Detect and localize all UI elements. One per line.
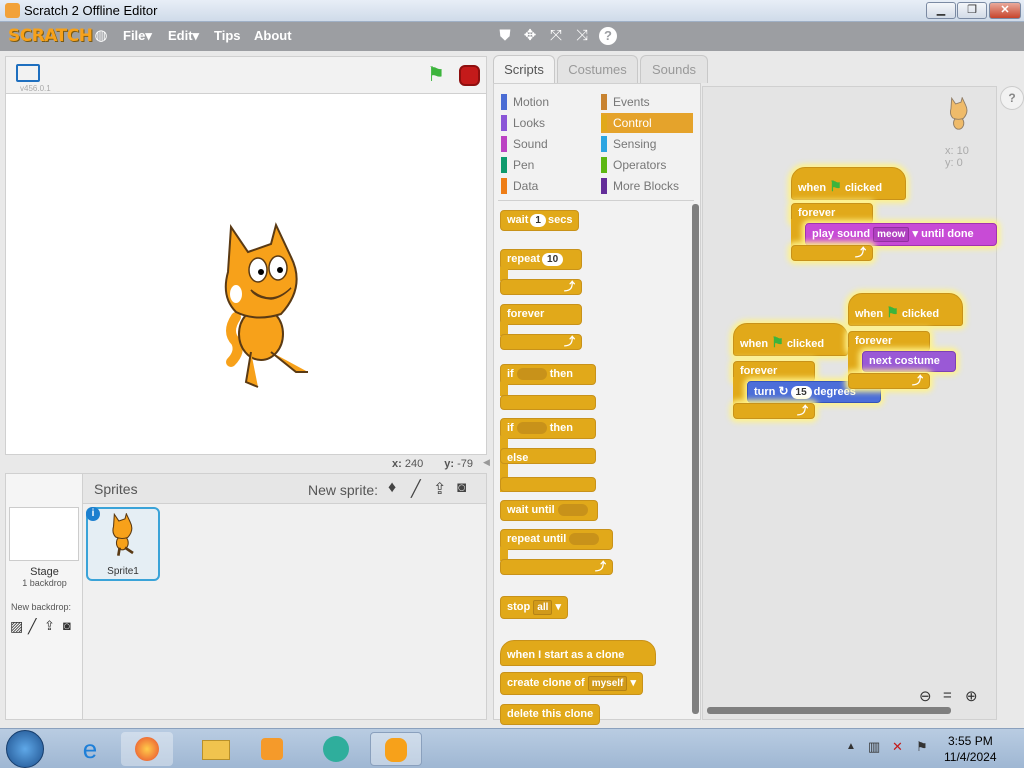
category-sound[interactable]: Sound — [501, 134, 593, 154]
script-play-sound[interactable]: when ⚑ clicked forever play sound meow ▾… — [791, 167, 997, 263]
maximize-button[interactable]: ❐ — [957, 2, 987, 19]
duplicate-stamp-icon[interactable]: ⛊ — [496, 27, 514, 45]
globe-icon[interactable]: ◍ — [92, 27, 110, 45]
zoom-out-icon[interactable]: ⊖ — [919, 687, 932, 705]
script-next-costume[interactable]: when ⚑ clicked forever next costume ⤴ — [848, 293, 966, 389]
explorer-icon[interactable] — [190, 732, 242, 766]
action-center-flag-icon[interactable]: ⚑ — [916, 739, 928, 755]
clock-date[interactable]: 11/4/2024 — [944, 750, 997, 764]
stage-label: Stage — [30, 566, 59, 578]
menu-tips[interactable]: Tips — [214, 28, 241, 43]
stage-canvas[interactable] — [5, 93, 487, 455]
upload-backdrop-icon[interactable]: ⇪ — [44, 618, 55, 634]
stop-sign-icon[interactable] — [459, 65, 480, 86]
media-player-icon[interactable] — [246, 732, 298, 766]
grow-icon[interactable]: ⤧ — [547, 27, 565, 45]
help-icon[interactable]: ? — [599, 27, 617, 45]
taskbar: e ▲ ▥ ✕ ⚑ 3:55 PM 11/4/2024 — [0, 728, 1024, 768]
block-if-then-else[interactable]: if then else — [500, 418, 596, 494]
paint-backdrop-icon[interactable]: ╱ — [28, 618, 36, 635]
presentation-mode-icon[interactable] — [16, 64, 40, 82]
scripts-hscrollbar[interactable] — [707, 707, 951, 714]
tray-expand-icon[interactable]: ▲ — [846, 741, 856, 752]
new-sprite-label: New sprite: — [308, 482, 379, 498]
stage-column: Stage 1 backdrop New backdrop: ▨ ╱ ⇪ ◙ — [6, 474, 83, 719]
menu-edit[interactable]: Edit▾ — [168, 28, 199, 44]
stage-header: v456.0.1 ⚑ — [5, 56, 487, 94]
block-create-clone[interactable]: create clone of myself ▾ — [500, 672, 643, 695]
delete-scissors-icon[interactable]: ✥ — [521, 27, 539, 45]
paint-sprite-icon[interactable]: ╱ — [411, 479, 421, 499]
backdrop-count: 1 backdrop — [22, 578, 67, 588]
ie-icon[interactable]: e — [64, 732, 116, 766]
block-if-then[interactable]: if then — [500, 364, 596, 412]
sprites-title: Sprites — [94, 481, 138, 497]
version-label: v456.0.1 — [20, 84, 51, 93]
category-motion[interactable]: Motion — [501, 92, 593, 112]
menu-file[interactable]: File▾ — [123, 28, 152, 44]
category-operators[interactable]: Operators — [601, 155, 693, 175]
category-control[interactable]: Control — [601, 113, 693, 133]
sprites-pane: Stage 1 backdrop New backdrop: ▨ ╱ ⇪ ◙ S… — [5, 473, 487, 720]
sprite-library-icon[interactable]: ♦ — [388, 479, 396, 497]
block-repeat[interactable]: repeat 10 ⤴ — [500, 249, 582, 297]
volume-muted-icon[interactable]: ✕ — [892, 739, 903, 755]
clock-time[interactable]: 3:55 PM — [948, 734, 993, 748]
menu-bar: SCRATCH ◍ File▾ Edit▾ Tips About ⛊ ✥ ⤧ ⤨… — [0, 22, 1024, 51]
category-sensing[interactable]: Sensing — [601, 134, 693, 154]
tab-costumes[interactable]: Costumes — [557, 55, 638, 83]
sprites-header: Sprites New sprite: ♦ ╱ ⇪ ◙ — [83, 474, 486, 504]
scripts-area[interactable]: x: 10 y: 0 when ⚑ clicked forever play s… — [702, 86, 997, 720]
category-data[interactable]: Data — [501, 176, 593, 196]
close-button[interactable]: ✕ — [989, 2, 1021, 19]
camera-backdrop-icon[interactable]: ◙ — [63, 618, 71, 633]
sprite1-tile[interactable]: i Sprite1 — [86, 507, 160, 581]
info-icon[interactable]: i — [86, 507, 100, 521]
category-events[interactable]: Events — [601, 92, 693, 112]
current-sprite-icon — [949, 97, 968, 130]
block-wait-secs[interactable]: wait 1 secs — [500, 210, 580, 231]
tab-scripts[interactable]: Scripts — [493, 55, 555, 83]
block-stop[interactable]: stop all ▾ — [500, 596, 568, 619]
block-delete-clone[interactable]: delete this clone — [500, 704, 601, 725]
block-when-clone-start[interactable]: when I start as a clone — [500, 640, 656, 666]
backdrop-library-icon[interactable]: ▨ — [10, 618, 23, 635]
app-icon[interactable] — [310, 732, 362, 766]
mouse-coords: x: 240 y: -79 — [392, 458, 474, 470]
window-title: Scratch 2 Offline Editor — [24, 3, 158, 18]
green-flag-icon[interactable]: ⚑ — [427, 65, 445, 85]
sprite1-thumbnail — [112, 513, 134, 556]
palette-scrollbar[interactable] — [692, 204, 699, 714]
sprite1-label: Sprite1 — [107, 566, 139, 577]
category-more-blocks[interactable]: More Blocks — [601, 176, 693, 196]
window-title-bar: Scratch 2 Offline Editor ▁ ❐ ✕ — [0, 0, 1024, 22]
scratch-taskbar-icon[interactable] — [370, 732, 422, 766]
block-palette: Motion Looks Sound Pen Data Events Contr… — [493, 83, 701, 725]
network-icon[interactable]: ▥ — [868, 739, 880, 755]
scratch-app-icon — [5, 3, 20, 18]
stage-thumbnail[interactable] — [9, 507, 79, 561]
block-forever[interactable]: forever ⤴ — [500, 304, 582, 352]
category-looks[interactable]: Looks — [501, 113, 593, 133]
category-pen[interactable]: Pen — [501, 155, 593, 175]
zoom-reset-icon[interactable]: = — [943, 687, 952, 704]
minimize-button[interactable]: ▁ — [926, 2, 956, 19]
firefox-icon[interactable] — [121, 732, 173, 766]
collapse-arrow-icon[interactable]: ◀ — [483, 457, 490, 468]
camera-sprite-icon[interactable]: ◙ — [457, 479, 466, 496]
start-button-icon[interactable] — [6, 730, 44, 768]
upload-sprite-icon[interactable]: ⇪ — [433, 479, 446, 499]
scratch-cat-sprite[interactable] — [216, 222, 326, 402]
new-backdrop-label: New backdrop: — [11, 602, 72, 612]
block-wait-until[interactable]: wait until — [500, 500, 598, 521]
tab-sounds[interactable]: Sounds — [640, 55, 708, 83]
block-repeat-until[interactable]: repeat until ⤴ — [500, 529, 613, 577]
scratch-logo[interactable]: SCRATCH — [8, 26, 93, 46]
menu-about[interactable]: About — [254, 28, 292, 43]
help-tips-icon[interactable]: ? — [1000, 86, 1024, 110]
zoom-in-icon[interactable]: ⊕ — [965, 687, 978, 705]
sprite-x-pos: x: 10 — [945, 145, 969, 157]
shrink-icon[interactable]: ⤨ — [573, 27, 591, 45]
